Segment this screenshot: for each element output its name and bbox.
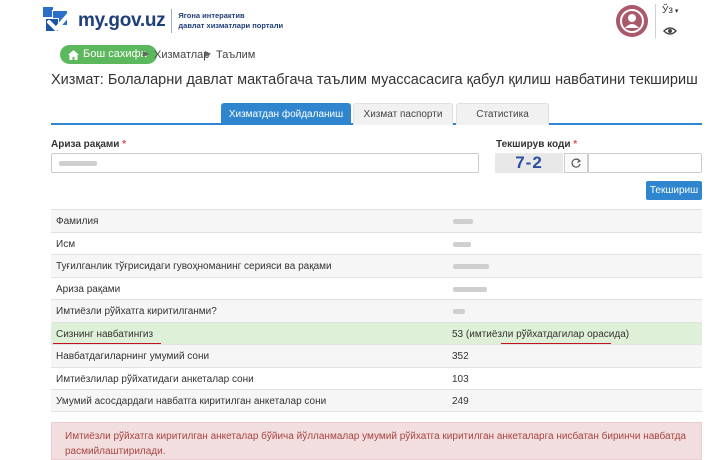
redacted-value	[453, 309, 465, 314]
home-icon	[68, 49, 79, 60]
row-label: Туғилганлик тўғрисидаги гувоҳноманинг се…	[56, 261, 332, 272]
row-label: Фамилия	[56, 216, 99, 227]
breadcrumb-chevron-icon: ▶	[143, 49, 150, 58]
application-number-label: Ариза рақами *	[51, 139, 127, 150]
site-logo[interactable]: my.gov.uz Ягона интерактив давлат хизмат…	[42, 6, 283, 36]
page-title: Хизмат: Болаларни давлат мактабгача таъл…	[51, 72, 698, 88]
table-row: Ариза рақами	[51, 276, 702, 300]
captcha-image: 7-2	[495, 153, 563, 173]
tab-statistics[interactable]: Статистика	[456, 103, 549, 125]
redacted-value	[453, 219, 473, 224]
row-label: Навбатдагиларнинг умумий сони	[56, 351, 210, 362]
logo-tagline: Ягона интерактив давлат хизматлари порта…	[178, 11, 284, 30]
tab-use-service[interactable]: Хизматдан фойдаланиш	[221, 103, 351, 125]
language-selector[interactable]: Ўз ▾	[662, 5, 678, 16]
check-button[interactable]: Текшириш	[646, 181, 702, 200]
tab-bar: Хизматдан фойдаланиш Хизмат паспорти Ста…	[51, 103, 702, 125]
table-row: Умумий асосдардаги навбатга киритилган а…	[51, 389, 702, 412]
captcha-input[interactable]	[588, 153, 702, 173]
table-row: Туғилганлик тўғрисидаги гувоҳноманинг се…	[51, 254, 702, 277]
row-label: Умумий асосдардаги навбатга киритилган а…	[56, 396, 327, 407]
table-row: Имтиёзли рўйхатга киритилганми?	[51, 299, 702, 322]
captcha-refresh-button[interactable]	[564, 153, 588, 173]
header: my.gov.uz Ягона интерактив давлат хизмат…	[0, 0, 720, 38]
redacted-value	[59, 161, 97, 166]
table-row: Исм	[51, 231, 702, 255]
table-row: Фамилия	[51, 209, 702, 232]
breadcrumb-education[interactable]: Таълим	[216, 49, 255, 61]
user-icon	[620, 9, 644, 33]
user-avatar[interactable]	[616, 5, 648, 37]
breadcrumb-services[interactable]: Хизматлар	[154, 49, 209, 61]
table-row: Навбатдагиларнинг умумий сони 352	[51, 344, 702, 367]
redacted-value	[453, 241, 471, 247]
row-value: 249	[452, 396, 469, 407]
table-row: Имтиёзлилар рўйхатидаги анкеталар сони 1…	[51, 366, 702, 390]
breadcrumb-chevron-icon: ▶	[205, 49, 212, 58]
logo-mark-icon	[42, 6, 72, 36]
row-value: 53 (имтиёзли рўйхатдагилар орасида)	[452, 328, 630, 340]
row-value: 352	[452, 351, 469, 362]
tab-service-passport[interactable]: Хизмат паспорти	[353, 103, 453, 125]
row-label: Исм	[56, 238, 76, 250]
logo-name: my.gov.uz	[78, 10, 166, 31]
results-table: Фамилия Исм Туғилганлик тўғрисидаги гуво…	[51, 209, 702, 412]
application-number-input[interactable]	[51, 153, 479, 173]
row-label: Имтиёзли рўйхатга киритилганми?	[56, 306, 217, 317]
table-row-queue-position: Сизнинг навбатингиз 53 (имтиёзли рўйхатд…	[51, 321, 702, 345]
row-label: Имтиёзлилар рўйхатидаги анкеталар сони	[56, 373, 254, 385]
row-label: Сизнинг навбатингиз	[56, 328, 154, 340]
row-label: Ариза рақами	[56, 283, 121, 295]
refresh-icon	[571, 158, 581, 168]
captcha-label: Текширув коди *	[496, 139, 578, 150]
redacted-value	[453, 264, 489, 269]
row-value: 103	[452, 373, 469, 385]
info-alert: Имтиёзли рўйхатга киритилган анкеталар б…	[51, 422, 702, 460]
redacted-value	[453, 286, 487, 292]
eye-icon[interactable]	[663, 23, 677, 41]
